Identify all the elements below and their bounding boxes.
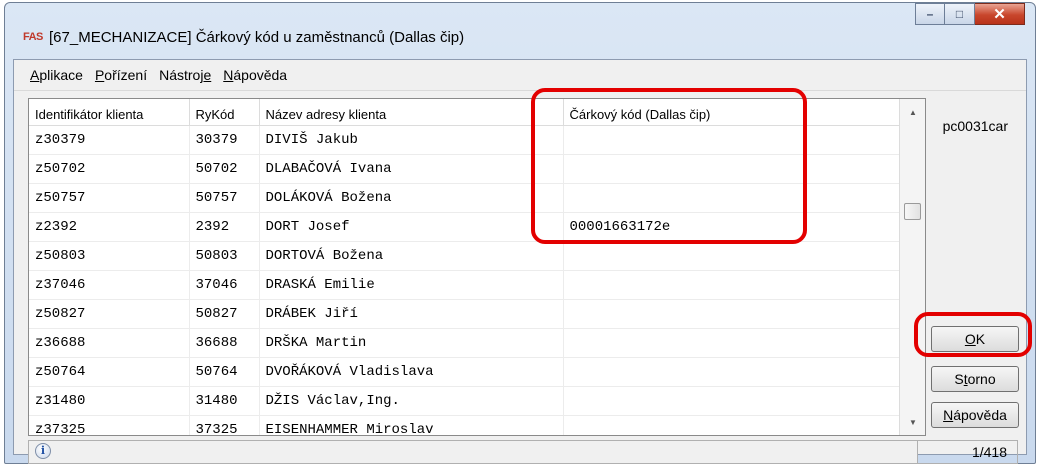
close-button[interactable]: ✕ (975, 3, 1025, 25)
info-icon[interactable]: i (35, 443, 51, 459)
table-row[interactable]: z31480 31480 DŽIS Václav,Ing. (29, 386, 900, 416)
menu-bar: Aplikace Pořízení Nástroje Nápověda (14, 60, 1026, 91)
maximize-button[interactable]: □ (945, 3, 975, 25)
cell-rykod[interactable]: 37046 (189, 270, 260, 300)
cell-client-id[interactable]: z31480 (29, 386, 190, 416)
data-table: Identifikátor klienta RyKód Název adresy… (29, 99, 900, 435)
cell-barcode[interactable] (563, 154, 900, 184)
help-button[interactable]: Nápověda (931, 402, 1019, 428)
table-row[interactable]: z37325 37325 EISENHAMMER Miroslav (29, 415, 900, 435)
employee-barcode-grid[interactable]: Identifikátor klienta RyKód Název adresy… (28, 98, 926, 436)
cell-barcode[interactable] (563, 183, 900, 213)
maximize-icon: □ (955, 7, 964, 21)
menu-nastroje[interactable]: Nástroje (153, 67, 217, 83)
cell-address-name[interactable]: DORT Josef (259, 212, 564, 242)
cell-rykod[interactable]: 50827 (189, 299, 260, 329)
menu-porizeni[interactable]: Pořízení (89, 67, 153, 83)
minimize-button[interactable]: – (915, 3, 945, 25)
column-header-rykod[interactable]: RyKód (189, 99, 260, 126)
scroll-down-icon[interactable]: ▼ (900, 411, 925, 433)
cell-barcode[interactable] (563, 241, 900, 271)
table-row[interactable]: z2392 2392 DORT Josef 00001663172e (29, 212, 900, 242)
column-header-barcode[interactable]: Čárkový kód (Dallas čip) (563, 99, 900, 126)
scroll-up-icon[interactable]: ▲ (900, 101, 925, 123)
scroll-thumb[interactable] (904, 203, 921, 220)
cell-client-id[interactable]: z36688 (29, 328, 190, 358)
cell-rykod[interactable]: 50757 (189, 183, 260, 213)
dialog-client-area: Aplikace Pořízení Nástroje Nápověda Iden… (13, 59, 1027, 464)
table-row[interactable]: z50764 50764 DVOŘÁKOVÁ Vladislava (29, 357, 900, 387)
cell-rykod[interactable]: 50702 (189, 154, 260, 184)
cell-address-name[interactable]: DLABAČOVÁ Ivana (259, 154, 564, 184)
vertical-scrollbar[interactable]: ▲ ▼ (899, 99, 925, 435)
cell-rykod[interactable]: 50764 (189, 357, 260, 387)
column-header-client-id[interactable]: Identifikátor klienta (29, 99, 190, 126)
cell-client-id[interactable]: z2392 (29, 212, 190, 242)
status-bar: i 1/418 (28, 440, 1018, 464)
column-header-address-name[interactable]: Název adresy klienta (259, 99, 564, 126)
cell-client-id[interactable]: z50702 (29, 154, 190, 184)
cell-rykod[interactable]: 50803 (189, 241, 260, 271)
window-controls: – □ ✕ (915, 3, 1025, 29)
cell-rykod[interactable]: 37325 (189, 415, 260, 435)
cell-barcode[interactable]: 00001663172e (563, 212, 900, 242)
cell-barcode[interactable] (563, 270, 900, 300)
cell-client-id[interactable]: z30379 (29, 125, 190, 155)
table-body: z30379 30379 DIVIŠ Jakub z50702 50702 DLABAČO… (29, 125, 900, 435)
application-window: FAS [67_MECHANIZACE] Čárkový kód u zaměs… (4, 2, 1036, 464)
cell-client-id[interactable]: z50757 (29, 183, 190, 213)
window-title: [67_MECHANIZACE] Čárkový kód u zaměstnan… (49, 29, 465, 46)
cell-barcode[interactable] (563, 357, 900, 387)
cell-barcode[interactable] (563, 415, 900, 435)
cell-rykod[interactable]: 30379 (189, 125, 260, 155)
cell-address-name[interactable]: DŽIS Václav,Ing. (259, 386, 564, 416)
menu-aplikace[interactable]: Aplikace (24, 67, 89, 83)
cell-address-name[interactable]: DOLÁKOVÁ Božena (259, 183, 564, 213)
cell-address-name[interactable]: EISENHAMMER Miroslav (259, 415, 564, 435)
cell-client-id[interactable]: z37325 (29, 415, 190, 435)
cell-client-id[interactable]: z50803 (29, 241, 190, 271)
menu-napoveda[interactable]: Nápověda (217, 67, 293, 83)
table-row[interactable]: z37046 37046 DRASKÁ Emilie (29, 270, 900, 300)
table-header-row: Identifikátor klienta RyKód Název adresy… (29, 99, 900, 126)
cell-barcode[interactable] (563, 386, 900, 416)
cell-address-name[interactable]: DRÁBEK Jiří (259, 299, 564, 329)
cell-rykod[interactable]: 31480 (189, 386, 260, 416)
table-row[interactable]: z36688 36688 DRŠKA Martin (29, 328, 900, 358)
cell-rykod[interactable]: 36688 (189, 328, 260, 358)
table-row[interactable]: z50757 50757 DOLÁKOVÁ Božena (29, 183, 900, 213)
cell-barcode[interactable] (563, 299, 900, 329)
cell-barcode[interactable] (563, 328, 900, 358)
cell-address-name[interactable]: DRASKÁ Emilie (259, 270, 564, 300)
minimize-icon: – (926, 7, 934, 21)
cell-address-name[interactable]: DRŠKA Martin (259, 328, 564, 358)
title-bar[interactable]: FAS [67_MECHANIZACE] Čárkový kód u zaměs… (5, 3, 1035, 59)
cell-address-name[interactable]: DORTOVÁ Božena (259, 241, 564, 271)
cell-barcode[interactable] (563, 125, 900, 155)
cancel-button[interactable]: St orno (931, 366, 1019, 392)
status-message-area: i (28, 440, 918, 464)
close-icon: ✕ (993, 6, 1006, 23)
cell-rykod[interactable]: 2392 (189, 212, 260, 242)
app-logo-icon: FAS (23, 31, 43, 43)
cell-client-id[interactable]: z50827 (29, 299, 190, 329)
record-position: 1/418 (918, 440, 1018, 464)
form-id-label: pc0031car (942, 118, 1008, 134)
cell-client-id[interactable]: z37046 (29, 270, 190, 300)
table-row[interactable]: z50827 50827 DRÁBEK Jiří (29, 299, 900, 329)
cell-client-id[interactable]: z50764 (29, 357, 190, 387)
table-row[interactable]: z50803 50803 DORTOVÁ Božena (29, 241, 900, 271)
cell-address-name[interactable]: DVOŘÁKOVÁ Vladislava (259, 357, 564, 387)
table-row[interactable]: z50702 50702 DLABAČOVÁ Ivana (29, 154, 900, 184)
table-row[interactable]: z30379 30379 DIVIŠ Jakub (29, 125, 900, 155)
cell-address-name[interactable]: DIVIŠ Jakub (259, 125, 564, 155)
ok-button[interactable]: OK (931, 326, 1019, 352)
